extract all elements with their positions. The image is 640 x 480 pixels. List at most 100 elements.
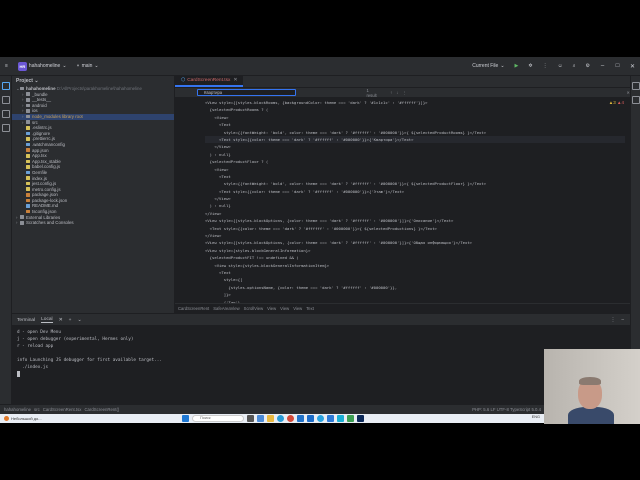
- breadcrumb-item[interactable]: ScrollView: [244, 306, 263, 311]
- vscode-icon[interactable]: [327, 415, 334, 422]
- code-line[interactable]: <View style={[styles.blockOptions, {colo…: [205, 239, 625, 246]
- plugins-tool-icon[interactable]: [1, 124, 10, 132]
- maximize-button[interactable]: □: [610, 63, 625, 69]
- code-line[interactable]: style={{fontWeight: 'bold', color: theme…: [205, 180, 625, 187]
- code-line[interactable]: {styles.optionsName, {color: theme === '…: [205, 284, 625, 291]
- taskbar-search[interactable]: Поиск: [192, 415, 244, 422]
- code-line[interactable]: <View style={styles.blockGeneralInformat…: [205, 262, 625, 269]
- close-icon[interactable]: ✕: [233, 78, 237, 83]
- more-icon[interactable]: ⋮: [402, 90, 406, 95]
- status-path-item[interactable]: hahahomeline: [4, 407, 31, 412]
- arrow-up-icon[interactable]: ↑: [390, 90, 392, 95]
- status-path-item[interactable]: CardScreenRent.tsx: [43, 407, 82, 412]
- webstorm-icon[interactable]: [337, 415, 344, 422]
- code-line[interactable]: {selectedProductRooms ? (: [205, 106, 625, 113]
- terminal-output[interactable]: d - open Dev Menu j - open debugger (expe…: [12, 325, 630, 382]
- code-line[interactable]: <View style={[styles.blockOptions, {colo…: [205, 217, 625, 224]
- gear-icon: ⚙: [585, 63, 590, 69]
- code-line[interactable]: <Text style={{color: theme === 'dark' ? …: [205, 225, 625, 232]
- database-icon[interactable]: [631, 96, 640, 104]
- minimize-icon[interactable]: –: [621, 318, 624, 323]
- code-line[interactable]: ) : null}: [205, 202, 625, 209]
- widgets-icon[interactable]: [257, 415, 264, 422]
- code-line[interactable]: </View>: [205, 195, 625, 202]
- mail-icon[interactable]: [307, 415, 314, 422]
- taskbar-center: Поиск: [182, 415, 364, 422]
- code-line[interactable]: style={{fontWeight: 'bold', color: theme…: [205, 129, 625, 136]
- tree-item[interactable]: › Scratches and Consoles: [12, 220, 174, 226]
- project-tool-icon[interactable]: [1, 82, 10, 90]
- project-panel-header[interactable]: Project ⌄: [12, 76, 174, 86]
- breadcrumb-item[interactable]: Text: [306, 306, 314, 311]
- gutter-marker: [193, 291, 201, 298]
- start-icon[interactable]: [182, 415, 189, 422]
- tab-local[interactable]: Local: [41, 317, 53, 323]
- edge-icon[interactable]: [277, 415, 284, 422]
- main-menu-button[interactable]: ≡: [0, 63, 13, 69]
- explorer-icon[interactable]: [267, 415, 274, 422]
- more-button[interactable]: ⋮: [538, 63, 553, 69]
- weather-widget[interactable]: Небольшой до...: [0, 416, 42, 421]
- minimize-button[interactable]: –: [595, 63, 610, 69]
- code-line[interactable]: <Text style={{color: theme === 'dark' ? …: [205, 135, 625, 144]
- json-file-icon: [26, 193, 30, 197]
- find-input[interactable]: Квартира: [197, 89, 297, 96]
- telegram-icon[interactable]: [317, 415, 324, 422]
- chevron-down-icon[interactable]: ⌄: [77, 318, 81, 323]
- status-right[interactable]: PHP: 5.6 LF UTF-8 TypeScript 5.0.4: [472, 407, 541, 412]
- status-path-item[interactable]: src: [34, 407, 40, 412]
- arrow-down-icon[interactable]: ↓: [396, 90, 398, 95]
- code-line[interactable]: <Text: [205, 173, 625, 180]
- more-icon[interactable]: ⋮: [611, 318, 616, 323]
- code-line[interactable]: </View>: [205, 143, 625, 150]
- code-line[interactable]: <Text style={{color: theme === 'dark' ? …: [205, 188, 625, 195]
- code-line[interactable]: {selectedProductFIT !== undefined && (: [205, 254, 625, 261]
- status-path-item[interactable]: CardScreenRent(): [84, 407, 119, 412]
- notifications-icon[interactable]: [631, 82, 640, 90]
- search-everywhere-button[interactable]: ⌕: [568, 63, 581, 69]
- project-switcher[interactable]: HR hahahomeline ⌄: [13, 61, 72, 71]
- branch-switcher[interactable]: ⑂ main ⌄: [72, 63, 104, 69]
- code-line[interactable]: </View>: [205, 210, 625, 217]
- tab-card-screen-rent[interactable]: ⬡ CardScreenRent.tsx ✕: [175, 76, 244, 87]
- user-button[interactable]: ☺: [553, 63, 568, 69]
- terminal-prompt[interactable]: [17, 371, 625, 378]
- photoshop-icon[interactable]: [357, 415, 364, 422]
- commit-tool-icon[interactable]: [1, 96, 10, 104]
- code-line[interactable]: <Text: [205, 269, 625, 276]
- breadcrumb-item[interactable]: SafeAreaView: [213, 306, 239, 311]
- code-line[interactable]: <View style={[styles.blockRooms, {backgr…: [205, 99, 625, 106]
- android-studio-icon[interactable]: [347, 415, 354, 422]
- line-number: [175, 121, 191, 128]
- system-tray[interactable]: ENG: [532, 415, 540, 419]
- code-area[interactable]: <View style={[styles.blockRooms, {backgr…: [175, 99, 630, 303]
- add-tab-icon[interactable]: +: [69, 318, 72, 323]
- code-line[interactable]: </View>: [205, 232, 625, 239]
- close-button[interactable]: ✕: [625, 63, 640, 70]
- run-config-selector[interactable]: Current File ⌄: [467, 63, 509, 69]
- code-line[interactable]: {selectedProductFloor ? (: [205, 158, 625, 165]
- store-icon[interactable]: [297, 415, 304, 422]
- debug-button[interactable]: ✲: [523, 63, 537, 69]
- code-line[interactable]: <Text: [205, 121, 625, 128]
- close-icon[interactable]: ✕: [59, 318, 63, 323]
- code-lines[interactable]: <View style={[styles.blockRooms, {backgr…: [205, 99, 625, 303]
- breadcrumb-item[interactable]: View: [267, 306, 276, 311]
- code-line[interactable]: <View>: [205, 114, 625, 121]
- breadcrumb-item[interactable]: View: [293, 306, 302, 311]
- code-line[interactable]: style={[: [205, 276, 625, 283]
- code-line[interactable]: ]}>: [205, 291, 625, 298]
- code-line[interactable]: ) : null}: [205, 151, 625, 158]
- structure-tool-icon[interactable]: [1, 110, 10, 118]
- code-line[interactable]: <View>: [205, 166, 625, 173]
- chrome-icon[interactable]: [287, 415, 294, 422]
- find-bar: Квартира 1 result ↑ ↓ ⋮ ✕: [175, 88, 630, 98]
- settings-button[interactable]: ⚙: [581, 63, 595, 69]
- js-file-icon: [26, 159, 30, 164]
- run-button[interactable]: ▶: [510, 63, 524, 69]
- breadcrumb-item[interactable]: View: [280, 306, 289, 311]
- code-line[interactable]: <View style={styles.blockGeneralInformat…: [205, 247, 625, 254]
- breadcrumb-item[interactable]: CardScreenRent: [178, 306, 209, 311]
- task-view-icon[interactable]: [247, 415, 254, 422]
- line-number: [175, 158, 191, 165]
